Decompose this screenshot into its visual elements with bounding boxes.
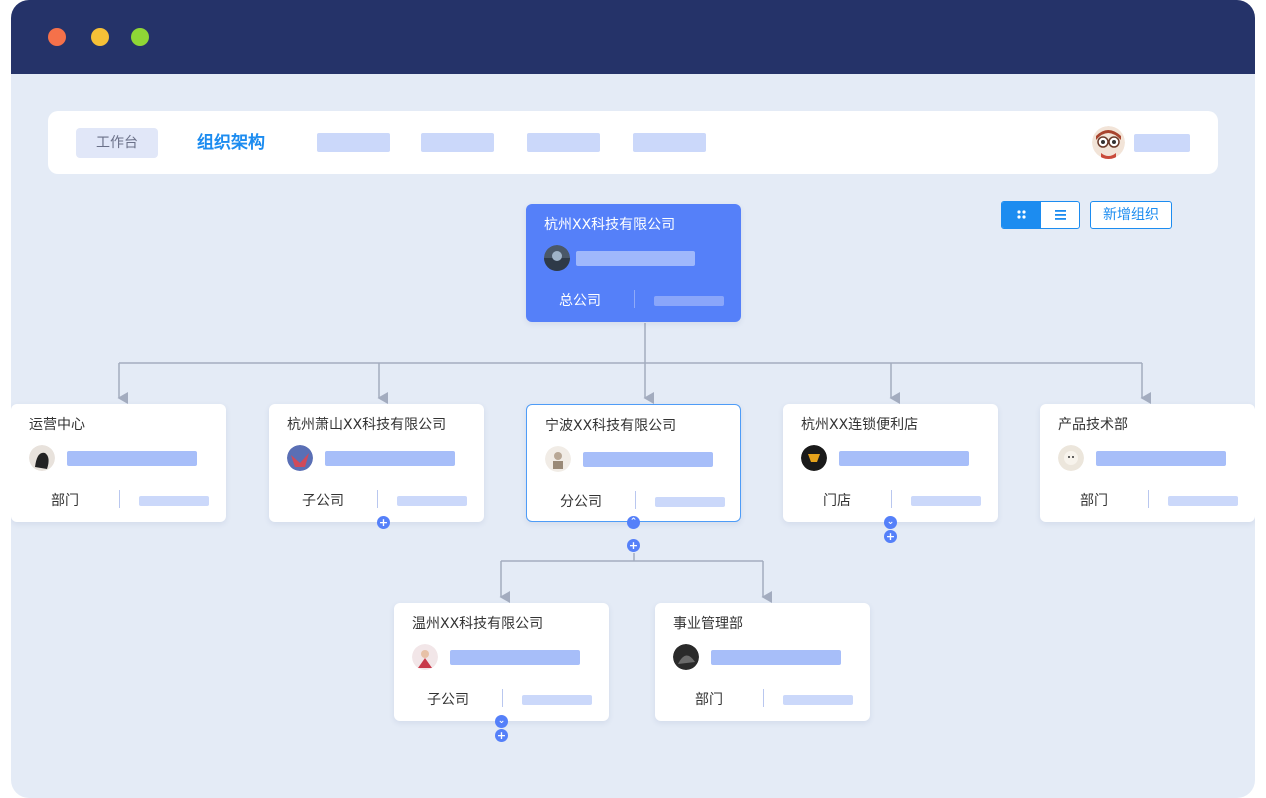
org-type-label: 部门 bbox=[51, 493, 79, 509]
divider bbox=[377, 490, 378, 508]
org-manager-name bbox=[711, 650, 841, 665]
org-extra-info bbox=[397, 496, 467, 506]
org-card-title: 事业管理部 bbox=[673, 616, 743, 632]
org-card-convenience-store[interactable]: 杭州XX连锁便利店 门店 bbox=[783, 404, 998, 522]
org-type-label: 部门 bbox=[1080, 493, 1108, 509]
org-manager-name bbox=[576, 251, 695, 266]
org-type-label: 分公司 bbox=[560, 494, 602, 510]
org-avatar-icon bbox=[412, 644, 438, 670]
divider bbox=[634, 290, 635, 308]
org-avatar-icon bbox=[287, 445, 313, 471]
org-card-ningbo[interactable]: 宁波XX科技有限公司 分公司 bbox=[526, 404, 741, 522]
org-extra-info bbox=[139, 496, 209, 506]
divider bbox=[119, 490, 120, 508]
org-type-label: 子公司 bbox=[302, 493, 344, 509]
org-card-xiaoshan[interactable]: 杭州萧山XX科技有限公司 子公司 bbox=[269, 404, 484, 522]
divider bbox=[502, 689, 503, 707]
org-extra-info bbox=[1168, 496, 1238, 506]
org-extra-info bbox=[654, 296, 724, 306]
add-child-button[interactable]: + bbox=[884, 530, 897, 543]
org-extra-info bbox=[911, 496, 981, 506]
org-avatar-icon bbox=[801, 445, 827, 471]
org-extra-info bbox=[655, 497, 725, 507]
org-avatar-icon bbox=[1058, 445, 1084, 471]
org-avatar-icon bbox=[673, 644, 699, 670]
expand-button[interactable]: ⌄ bbox=[495, 715, 508, 728]
org-card-title: 产品技术部 bbox=[1058, 417, 1128, 433]
org-manager-name bbox=[583, 452, 713, 467]
org-avatar-icon bbox=[544, 245, 570, 271]
org-extra-info bbox=[522, 695, 592, 705]
org-connector-lines bbox=[117, 323, 1151, 603]
org-manager-name bbox=[450, 650, 580, 665]
org-manager-name bbox=[839, 451, 969, 466]
org-avatar-icon bbox=[29, 445, 55, 471]
divider bbox=[763, 689, 764, 707]
org-manager-name bbox=[1096, 451, 1226, 466]
expand-button[interactable]: ⌄ bbox=[884, 516, 897, 529]
org-card-operations-center[interactable]: 运营中心 部门 bbox=[11, 404, 226, 522]
org-card-title: 宁波XX科技有限公司 bbox=[545, 418, 677, 434]
org-card-title: 温州XX科技有限公司 bbox=[412, 616, 544, 632]
org-type-label: 门店 bbox=[823, 493, 851, 509]
org-card-product-tech[interactable]: 产品技术部 部门 bbox=[1040, 404, 1255, 522]
add-child-button[interactable]: + bbox=[627, 539, 640, 552]
org-avatar-icon bbox=[545, 446, 571, 472]
org-type-label: 总公司 bbox=[559, 293, 601, 309]
org-manager-name bbox=[67, 451, 197, 466]
org-card-title: 杭州萧山XX科技有限公司 bbox=[287, 417, 447, 433]
org-type-label: 子公司 bbox=[427, 692, 469, 708]
org-card-title: 运营中心 bbox=[29, 417, 85, 433]
org-card-business-mgmt[interactable]: 事业管理部 部门 bbox=[655, 603, 870, 721]
add-child-button[interactable]: + bbox=[495, 729, 508, 742]
org-card-title: 杭州XX连锁便利店 bbox=[801, 417, 919, 433]
app-window: 工作台 组织架构 新增组织 杭州XX科技有限公司 总公司 运营中心 部门 杭州萧… bbox=[11, 0, 1255, 798]
org-type-label: 部门 bbox=[695, 692, 723, 708]
org-card-title: 杭州XX科技有限公司 bbox=[544, 217, 676, 233]
org-card-root[interactable]: 杭州XX科技有限公司 总公司 bbox=[526, 204, 741, 322]
org-extra-info bbox=[783, 695, 853, 705]
divider bbox=[891, 490, 892, 508]
add-child-button[interactable]: + bbox=[377, 516, 390, 529]
collapse-button[interactable]: ⌃ bbox=[627, 516, 640, 529]
org-card-wenzhou[interactable]: 温州XX科技有限公司 子公司 bbox=[394, 603, 609, 721]
org-manager-name bbox=[325, 451, 455, 466]
divider bbox=[635, 491, 636, 509]
divider bbox=[1148, 490, 1149, 508]
